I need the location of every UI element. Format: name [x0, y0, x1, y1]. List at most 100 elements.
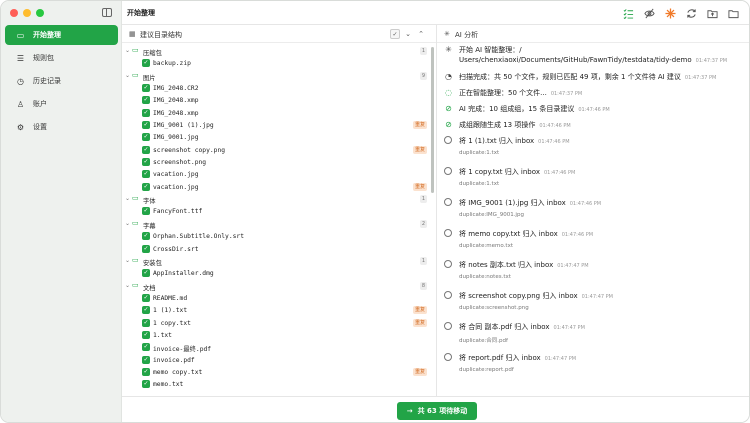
- eye-off-icon[interactable]: [643, 7, 655, 19]
- file-checkbox[interactable]: ✓: [142, 293, 150, 302]
- tree-file[interactable]: ✓ IMG_9001.jpg: [122, 131, 430, 143]
- file-checkbox[interactable]: ✓: [142, 207, 150, 216]
- file-checkbox[interactable]: ✓: [142, 158, 150, 167]
- tree-file[interactable]: ✓ IMG_2048.xmp: [122, 94, 430, 106]
- tree-file[interactable]: ✓ Orphan.Subtitle.Only.srt: [122, 230, 430, 242]
- file-checkbox[interactable]: ✓: [142, 59, 150, 68]
- file-checkbox[interactable]: ✓: [142, 318, 150, 327]
- sparkle-icon[interactable]: [664, 7, 676, 19]
- file-checkbox[interactable]: ✓: [142, 343, 150, 352]
- file-checkbox[interactable]: ✓: [142, 145, 150, 154]
- rules-icon: ☰: [16, 53, 25, 63]
- file-checkbox[interactable]: ✓: [142, 330, 150, 339]
- file-checkbox[interactable]: ✓: [142, 244, 150, 253]
- file-checkbox[interactable]: ✓: [142, 367, 150, 376]
- sidebar-item-3[interactable]: ♙ 账户: [5, 94, 118, 114]
- log-subtext: duplicate:screenshot.png: [459, 305, 529, 311]
- file-checkbox[interactable]: ✓: [142, 380, 150, 389]
- zoom-window-button[interactable]: [36, 9, 44, 17]
- log-subtext: duplicate:1.txt: [459, 150, 500, 156]
- tree-folder[interactable]: ⌄ ▭ 字体 1: [122, 193, 430, 205]
- tree-file[interactable]: ✓ screenshot.png: [122, 156, 430, 168]
- sidebar-item-1[interactable]: ☰ 规则包: [5, 48, 118, 68]
- pending-circle-icon[interactable]: [444, 353, 452, 361]
- tree-file[interactable]: ✓ IMG_9001 (1).jpg 重复: [122, 119, 430, 131]
- file-checkbox[interactable]: ✓: [142, 108, 150, 117]
- pending-circle-icon[interactable]: [444, 167, 452, 175]
- tree-file[interactable]: ✓ FancyFont.ttf: [122, 205, 430, 217]
- pending-circle-icon[interactable]: [444, 136, 452, 144]
- tree-file[interactable]: ✓ backup.zip: [122, 57, 430, 69]
- folder-name: 文档: [143, 284, 156, 292]
- pending-circle-icon[interactable]: [444, 322, 452, 330]
- log-time: 01:47:46 PM: [539, 123, 571, 129]
- chevron-down-icon[interactable]: ⌄: [125, 282, 130, 289]
- tree-file[interactable]: ✓ memo.txt: [122, 378, 430, 390]
- file-checkbox[interactable]: ✓: [142, 96, 150, 105]
- tree-file[interactable]: ✓ IMG_2048.CR2: [122, 82, 430, 94]
- log-entry: ✳ 开始 AI 智能整理：/ Users/chenxiaoxi/Documents/…: [437, 45, 737, 72]
- sidebar-item-2[interactable]: ◷ 历史记录: [5, 71, 118, 91]
- pending-circle-icon[interactable]: [444, 291, 452, 299]
- tree-file[interactable]: ✓ vacation.jpg: [122, 168, 430, 180]
- move-button[interactable]: → 共 63 项待移动: [397, 402, 477, 420]
- expand-all-button[interactable]: ⌄: [403, 29, 413, 39]
- select-all-button[interactable]: ✓: [390, 29, 400, 39]
- collapse-all-button[interactable]: ⌃: [416, 29, 426, 39]
- tree-file[interactable]: ✓ 1 copy.txt 重复: [122, 317, 430, 329]
- sidebar-item-label: 规则包: [33, 54, 54, 62]
- tree-file[interactable]: ✓ vacation.jpg 重复: [122, 181, 430, 193]
- tree-folder[interactable]: ⌄ ▭ 图片 9: [122, 70, 430, 82]
- folder-export-icon[interactable]: [706, 7, 718, 19]
- chevron-down-icon[interactable]: ⌄: [125, 257, 130, 264]
- list-check-icon[interactable]: [622, 7, 634, 19]
- close-window-button[interactable]: [10, 9, 18, 17]
- pending-circle-icon[interactable]: [444, 198, 452, 206]
- refresh-icon[interactable]: [685, 7, 697, 19]
- tree-folder[interactable]: ⌄ ▭ 安装包 1: [122, 255, 430, 267]
- log-entry: ◔ 扫描完成：共 50 个文件，规则已匹配 49 项，剩余 1 个文件待 AI 建…: [437, 72, 737, 88]
- spinner-icon: ◌: [445, 88, 452, 97]
- file-checkbox[interactable]: ✓: [142, 355, 150, 364]
- tree-file[interactable]: ✓ IMG_2048.xmp: [122, 107, 430, 119]
- tree-file[interactable]: ✓ invoice.pdf: [122, 354, 430, 366]
- log-message: AI 完成：10 组成组，15 条目录建议: [459, 105, 575, 113]
- file-checkbox[interactable]: ✓: [142, 121, 150, 130]
- folder-icon[interactable]: [727, 7, 739, 19]
- tree-file[interactable]: ✓ CrossDir.srt: [122, 243, 430, 255]
- tree-file[interactable]: ✓ 1.txt: [122, 329, 430, 341]
- file-checkbox[interactable]: ✓: [142, 182, 150, 191]
- tree-file[interactable]: ✓ 1 (1).txt 重复: [122, 304, 430, 316]
- file-checkbox[interactable]: ✓: [142, 170, 150, 179]
- sidebar-item-label: 账户: [33, 100, 47, 108]
- log-text: AI 完成：10 组成组，15 条目录建议 01:47:46 PM: [459, 104, 610, 115]
- file-checkbox[interactable]: ✓: [142, 133, 150, 142]
- sidebar-item-0[interactable]: ▭ 开始整理: [5, 25, 118, 45]
- pending-circle-icon[interactable]: [444, 229, 452, 237]
- minimize-window-button[interactable]: [23, 9, 31, 17]
- file-checkbox[interactable]: ✓: [142, 306, 150, 315]
- tree-file[interactable]: ✓ invoice-最终.pdf: [122, 341, 430, 353]
- pending-circle-icon[interactable]: [444, 260, 452, 268]
- duplicate-badge: 重复: [412, 367, 427, 376]
- sidebar-toggle-icon[interactable]: [102, 8, 112, 17]
- chevron-down-icon[interactable]: ⌄: [125, 47, 130, 54]
- structure-scrollbar[interactable]: [431, 47, 434, 193]
- chevron-down-icon[interactable]: ⌄: [125, 72, 130, 79]
- file-checkbox[interactable]: ✓: [142, 232, 150, 241]
- directory-tree: ⌄ ▭ 压缩包 1 ✓ backup.zip ⌄ ▭ 图片 9 ✓ IMG_2048.CR2 ✓ IMG_…: [122, 45, 430, 391]
- chevron-down-icon[interactable]: ⌄: [125, 195, 130, 202]
- file-checkbox[interactable]: ✓: [142, 84, 150, 93]
- file-checkbox[interactable]: ✓: [142, 269, 150, 278]
- check-circle-icon: ⊘: [445, 120, 452, 129]
- chevron-down-icon[interactable]: ⌄: [125, 220, 130, 227]
- tree-file[interactable]: ✓ README.md: [122, 292, 430, 304]
- tree-folder[interactable]: ⌄ ▭ 字幕 2: [122, 218, 430, 230]
- tree-file[interactable]: ✓ AppInstaller.dmg: [122, 267, 430, 279]
- sidebar-nav: ▭ 开始整理 ☰ 规则包 ◷ 历史记录 ♙ 账户 ⚙ 设置: [5, 25, 118, 140]
- sidebar-item-4[interactable]: ⚙ 设置: [5, 117, 118, 137]
- tree-folder[interactable]: ⌄ ▭ 文档 8: [122, 280, 430, 292]
- tree-file[interactable]: ✓ memo copy.txt 重复: [122, 366, 430, 378]
- tree-file[interactable]: ✓ screenshot copy.png 重复: [122, 144, 430, 156]
- tree-folder[interactable]: ⌄ ▭ 压缩包 1: [122, 45, 430, 57]
